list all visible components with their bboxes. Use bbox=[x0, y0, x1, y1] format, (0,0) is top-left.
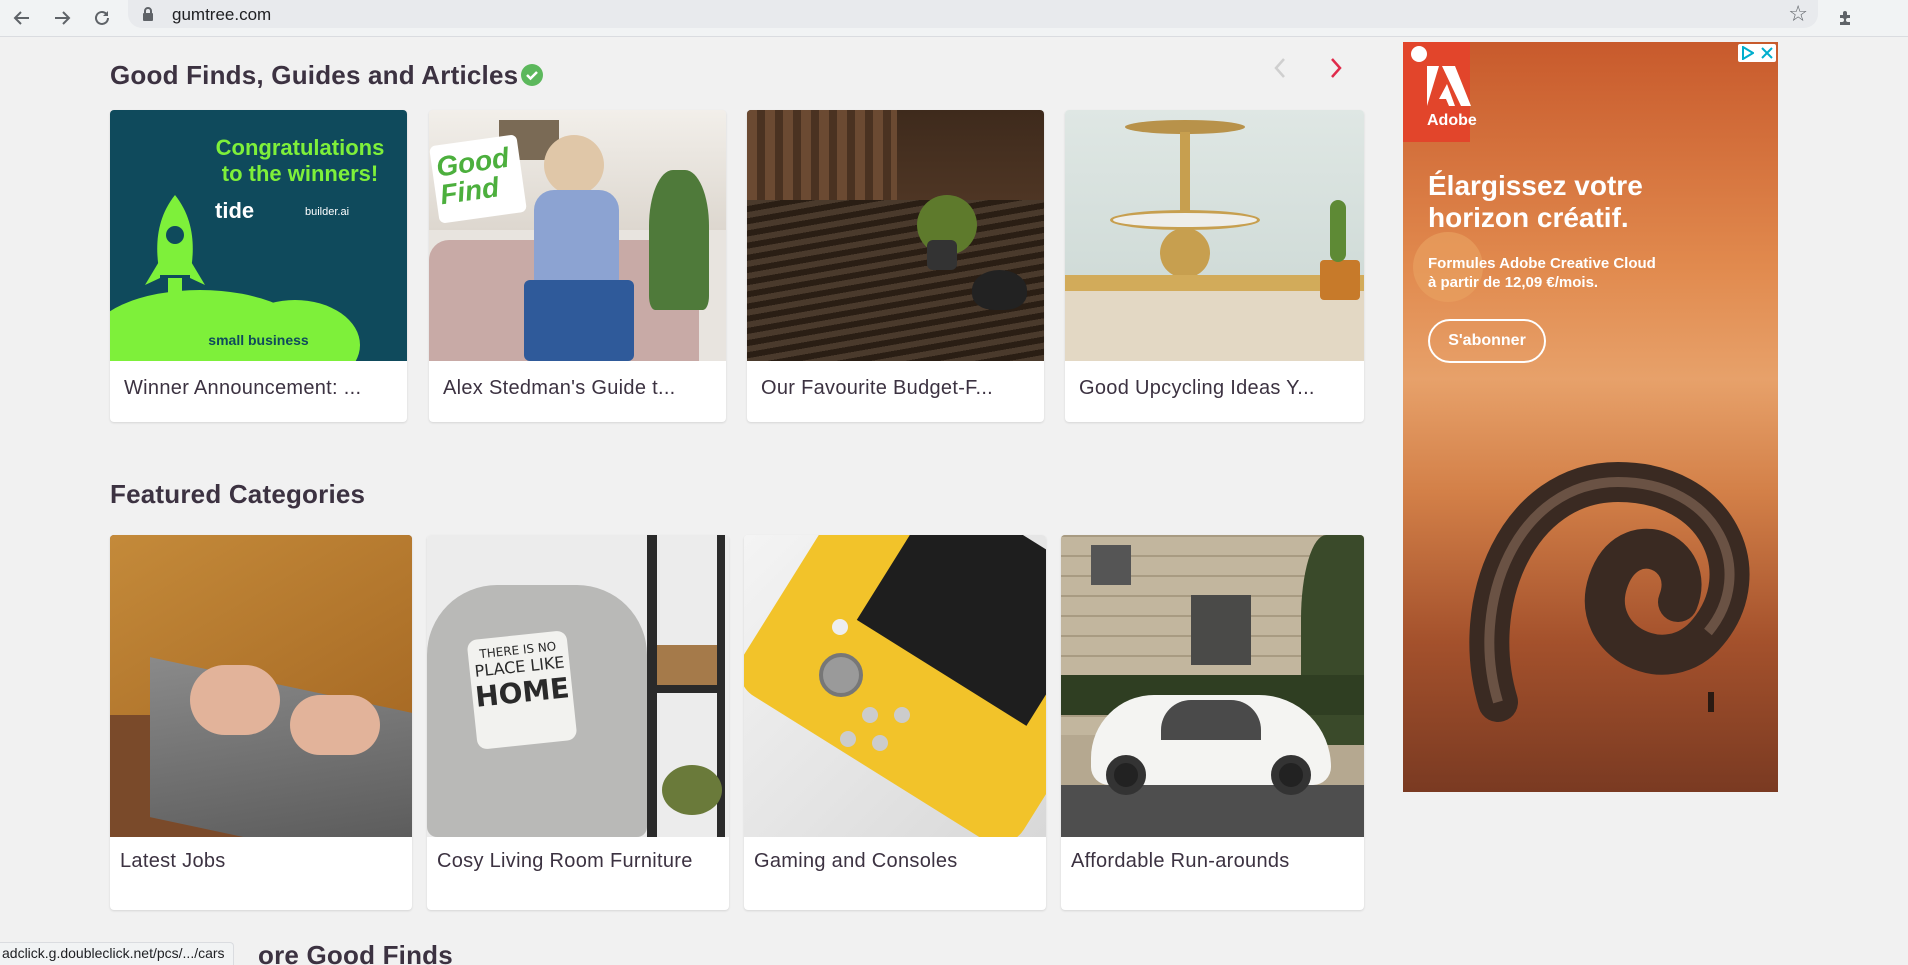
chevron-left-icon[interactable] bbox=[1270, 51, 1290, 90]
category-image bbox=[744, 535, 1046, 837]
article-image: Good Find bbox=[429, 110, 726, 361]
star-icon[interactable]: ☆ bbox=[1788, 1, 1808, 27]
category-card[interactable]: Latest Jobs bbox=[110, 535, 412, 910]
image-text: Congratulations bbox=[215, 135, 385, 160]
article-card[interactable]: Our Favourite Budget-F... bbox=[747, 110, 1044, 422]
category-card[interactable]: Affordable Run-arounds bbox=[1061, 535, 1364, 910]
adchoices-icon[interactable] bbox=[1738, 44, 1776, 62]
close-icon[interactable] bbox=[1760, 47, 1773, 59]
article-card[interactable]: Congratulations to the winners! tide bui… bbox=[110, 110, 407, 422]
forward-icon[interactable] bbox=[48, 4, 76, 32]
category-title: Latest Jobs bbox=[120, 850, 226, 872]
good-finds-title: Good Finds, Guides and Articles bbox=[110, 60, 519, 90]
category-title: Gaming and Consoles bbox=[754, 850, 958, 872]
builder-logo: builder.ai bbox=[305, 206, 350, 218]
article-image bbox=[747, 110, 1044, 361]
ad-subtext: à partir de 12,09 €/mois. bbox=[1428, 274, 1599, 291]
browser-toolbar: gumtree.com ☆ bbox=[0, 0, 1908, 37]
more-good-finds-title: ore Good Finds bbox=[258, 940, 453, 965]
article-title: Good Upcycling Ideas Y... bbox=[1079, 377, 1315, 399]
category-title: Cosy Living Room Furniture bbox=[437, 850, 693, 872]
article-title: Alex Stedman's Guide t... bbox=[443, 377, 676, 399]
adobe-logo-text: Adobe bbox=[1427, 112, 1477, 129]
ad-subtext: Formules Adobe Creative Cloud bbox=[1428, 255, 1656, 272]
back-icon[interactable] bbox=[8, 4, 36, 32]
carousel-fade bbox=[1364, 37, 1383, 417]
url-text: gumtree.com bbox=[172, 5, 272, 24]
adchoices-shield-icon bbox=[1411, 46, 1427, 62]
category-card[interactable]: THERE IS NO PLACE LIKE HOME Cosy Living … bbox=[427, 535, 729, 910]
address-bar[interactable]: gumtree.com ☆ bbox=[128, 0, 1818, 28]
article-image bbox=[1065, 110, 1364, 361]
status-bar-url: adclick.g.doubleclick.net/pcs/.../cars bbox=[0, 942, 234, 965]
reload-icon[interactable] bbox=[88, 4, 116, 32]
article-card[interactable]: Good Find Alex Stedman's Guide t... bbox=[429, 110, 726, 422]
article-image: Congratulations to the winners! tide bui… bbox=[110, 110, 407, 361]
category-image bbox=[110, 535, 412, 837]
adobe-ad[interactable]: Adobe Élargissez votre horizon créatif. … bbox=[1403, 42, 1778, 792]
category-image: THERE IS NO PLACE LIKE HOME bbox=[427, 535, 729, 837]
article-title: Our Favourite Budget-F... bbox=[761, 377, 994, 399]
featured-categories-title: Featured Categories bbox=[110, 479, 366, 509]
article-card[interactable]: Good Upcycling Ideas Y... bbox=[1065, 110, 1364, 422]
lock-icon bbox=[142, 6, 154, 27]
article-title: Winner Announcement: ... bbox=[124, 377, 362, 399]
ad-headline: horizon créatif. bbox=[1428, 202, 1629, 233]
extensions-icon[interactable] bbox=[1832, 4, 1860, 32]
ad-illustration bbox=[1469, 461, 1750, 722]
category-card[interactable]: Gaming and Consoles bbox=[744, 535, 1046, 910]
image-text: to the winners! bbox=[221, 161, 379, 186]
category-title: Affordable Run-arounds bbox=[1071, 850, 1290, 872]
verified-icon bbox=[521, 64, 543, 86]
image-bottom-text: small business bbox=[208, 332, 309, 348]
chevron-right-icon[interactable] bbox=[1326, 51, 1346, 90]
category-image bbox=[1061, 535, 1364, 837]
tide-logo: tide bbox=[215, 198, 255, 223]
page-content: Good Finds, Guides and Articles Congratu… bbox=[0, 37, 1383, 965]
ad-headline: Élargissez votre bbox=[1428, 170, 1643, 201]
ad-subscribe-button[interactable]: S'abonner bbox=[1428, 319, 1546, 363]
